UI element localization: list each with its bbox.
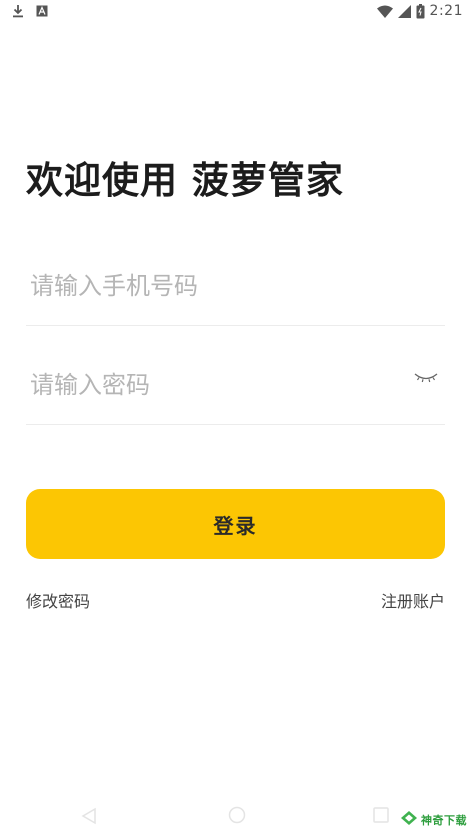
app-notification-icon <box>36 5 48 17</box>
status-left <box>12 4 48 18</box>
eye-closed-icon[interactable] <box>413 369 439 387</box>
password-field <box>26 365 445 425</box>
watermark-logo-icon <box>400 810 418 830</box>
signal-icon <box>397 4 411 18</box>
watermark-text: 神奇下载 <box>421 814 467 827</box>
status-bar: 2:21 <box>0 0 473 24</box>
status-right: 2:21 <box>376 3 463 19</box>
password-input[interactable] <box>30 365 400 405</box>
change-password-link[interactable]: 修改密码 <box>26 588 90 612</box>
battery-icon <box>416 3 425 19</box>
login-button[interactable]: 登录 <box>26 489 445 559</box>
back-icon[interactable] <box>80 807 98 829</box>
status-time: 2:21 <box>429 3 463 19</box>
register-link[interactable]: 注册账户 <box>381 588 445 612</box>
wifi-icon <box>376 5 393 18</box>
watermark: 神奇下载 <box>400 809 467 831</box>
phone-field <box>26 266 445 326</box>
download-icon <box>12 4 24 18</box>
phone-input[interactable] <box>30 266 400 306</box>
home-icon[interactable] <box>228 806 246 828</box>
recent-apps-icon[interactable] <box>373 807 389 827</box>
page-title: 欢迎使用 菠萝管家 <box>26 159 344 202</box>
login-screen: 2:21 欢迎使用 菠萝管家 登录 修改密码 注册账户 <box>0 0 473 839</box>
